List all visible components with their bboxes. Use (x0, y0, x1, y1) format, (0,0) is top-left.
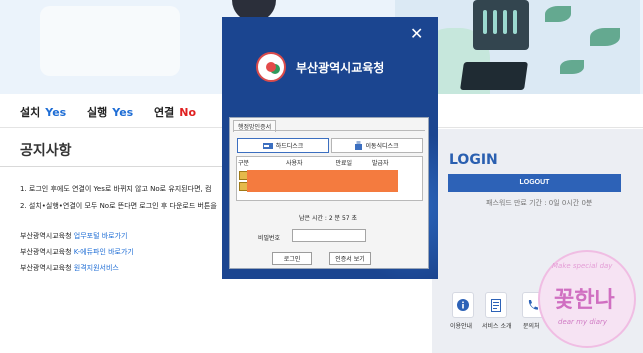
view-certificate-button[interactable]: 인증서 보기 (329, 252, 371, 265)
watermark-top: Make special day (552, 262, 613, 270)
status-label: 실행 (87, 106, 108, 119)
status-label: 설치 (20, 106, 41, 119)
remote-support-link-row: 부산광역시교육청 원격지원서비스 (20, 263, 119, 273)
remote-support-link[interactable]: 원격지원서비스 (74, 264, 119, 272)
link-prefix: 부산광역시교육청 (20, 232, 74, 240)
status-label: 연결 (154, 106, 175, 119)
notice-item: 1. 로그인 후에도 연결이 Yes로 바뀌지 않고 No로 유지된다면, 컴 (20, 185, 212, 193)
info-icon (457, 299, 469, 311)
usb-drive-icon (355, 141, 363, 150)
removable-disk-label: 이동식디스크 (365, 143, 399, 150)
edufine-link-row: 부산광역시교육청 K-에듀파인 바로가기 (20, 247, 134, 257)
edufine-link[interactable]: K-에듀파인 바로가기 (74, 248, 134, 256)
status-connect: 연결 No (154, 104, 196, 120)
portal-link[interactable]: 업무포털 바로가기 (74, 232, 128, 240)
logout-button[interactable]: LOGOUT (448, 174, 621, 192)
col-type: 구분 (238, 160, 250, 167)
notice-title: 공지사항 (20, 143, 72, 159)
status-value: No (179, 106, 197, 119)
hard-disk-icon (262, 142, 273, 149)
hero-desk-illustration (40, 6, 180, 76)
leaf-illustration (590, 28, 620, 46)
login-title: LOGIN (449, 152, 498, 168)
link-prefix: 부산광역시교육청 (20, 248, 74, 256)
col-user: 사용자 (285, 160, 303, 167)
quick-menu-label: 서비스 소개 (482, 323, 512, 330)
leaf-illustration (545, 6, 571, 22)
status-install: 설치 Yes (20, 104, 66, 120)
notice-item: 2. 설치•실행•연결이 모두 No로 뜬다면 로그인 후 다운로드 버튼을 (20, 202, 217, 210)
password-input[interactable] (292, 229, 366, 242)
status-value: Yes (112, 106, 134, 119)
status-run: 실행 Yes (87, 104, 133, 120)
status-value: Yes (45, 106, 67, 119)
certificate-row-redacted[interactable] (247, 170, 398, 192)
quick-menu-label: 이용안내 (450, 323, 473, 330)
hard-disk-button[interactable]: 하드디스크 (237, 138, 329, 153)
emblem-icon (256, 52, 286, 82)
col-issuer: 발급자 (371, 160, 389, 167)
watermark-bottom: dear my diary (558, 318, 608, 326)
removable-disk-button[interactable]: 이동식디스크 (331, 138, 423, 153)
leaf-illustration (560, 60, 584, 74)
hero-laptop-illustration (460, 62, 528, 90)
table-header: 구분 사용자 만료일 발급자 (238, 158, 389, 167)
document-icon (491, 298, 501, 312)
remaining-time: 남은 시간 : 2 분 57 초 (299, 215, 358, 222)
col-expiry: 만료일 (335, 160, 353, 167)
watermark-main: 꽃한나 (554, 288, 615, 313)
watermark-logo: Make special day 꽃한나 dear my diary (538, 250, 636, 348)
org-logo: 부산광역시교육청 (256, 52, 406, 82)
portal-link-row: 부산광역시교육청 업무포털 바로가기 (20, 231, 128, 241)
password-label: 비밀번호 (258, 235, 281, 242)
hard-disk-label: 하드디스크 (275, 143, 304, 150)
close-icon[interactable]: ✕ (410, 24, 423, 43)
link-prefix: 부산광역시교육청 (20, 264, 74, 272)
org-name: 부산광역시교육청 (296, 61, 385, 75)
quick-menu-label: 문의처 (523, 323, 540, 330)
login-button[interactable]: 로그인 (272, 252, 312, 265)
password-expiry-text: 패스워드 만료 기간 : 0일 0시간 0분 (486, 199, 593, 207)
hero-monitor-illustration (473, 0, 529, 50)
service-intro-button[interactable] (485, 292, 507, 318)
divider (233, 130, 425, 131)
usage-guide-button[interactable] (452, 292, 474, 318)
